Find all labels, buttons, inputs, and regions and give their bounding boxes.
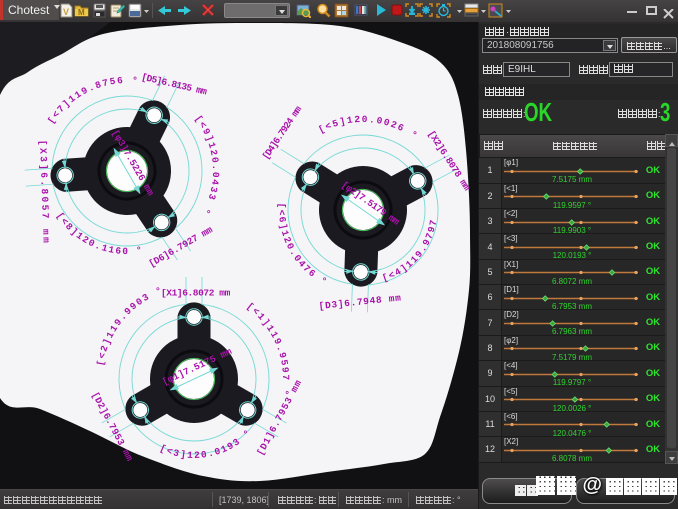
svg-text:[X1]6.8072 mm: [X1]6.8072 mm <box>161 288 231 299</box>
svg-text:V: V <box>63 7 69 17</box>
svg-text:M: M <box>78 8 85 17</box>
